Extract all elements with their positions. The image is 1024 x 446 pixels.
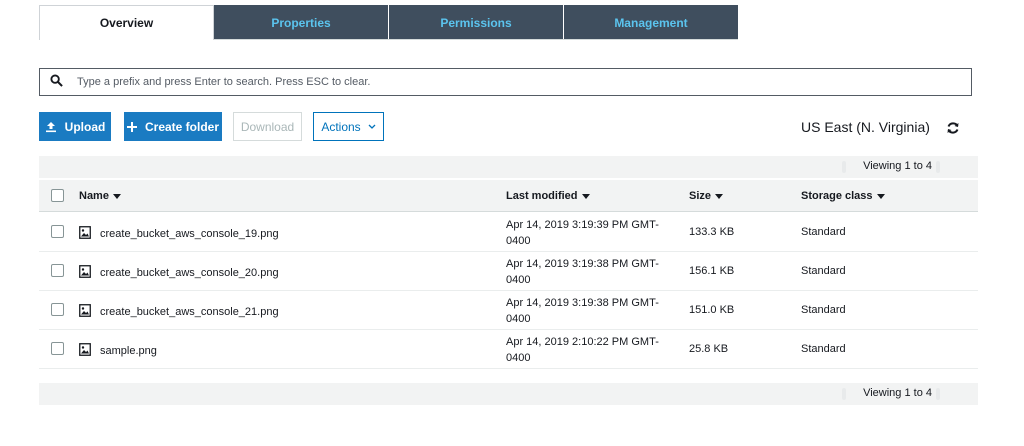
file-name: create_bucket_aws_console_19.png <box>100 228 279 240</box>
tab-properties[interactable]: Properties <box>214 5 389 40</box>
last-modified: Apr 14, 2019 3:19:38 PM GMT- 0400 <box>506 256 676 288</box>
file-size: 25.8 KB <box>689 343 729 355</box>
storage-class: Standard <box>801 265 846 277</box>
table-header: Name Last modified Size Storage class <box>39 180 978 212</box>
row-checkbox[interactable] <box>51 303 64 316</box>
search-icon <box>50 74 63 90</box>
modified-date: Apr 14, 2019 3:19:38 PM GMT- <box>506 297 659 309</box>
search-box <box>39 68 972 96</box>
file-name-link[interactable]: sample.png <box>79 343 157 359</box>
table-row[interactable]: create_bucket_aws_console_19.png Apr 14,… <box>39 213 978 252</box>
last-modified: Apr 14, 2019 3:19:38 PM GMT- 0400 <box>506 295 676 327</box>
download-button[interactable]: Download <box>233 112 302 141</box>
tab-overview[interactable]: Overview <box>39 5 214 40</box>
storage-class: Standard <box>801 343 846 355</box>
tab-management[interactable]: Management <box>564 5 739 40</box>
image-file-icon <box>79 343 100 359</box>
region-label: US East (N. Virginia) <box>801 119 930 135</box>
modified-tz: 0400 <box>506 235 531 247</box>
plus-icon <box>126 121 137 132</box>
file-name-link[interactable]: create_bucket_aws_console_20.png <box>79 265 279 281</box>
modified-date: Apr 14, 2019 2:10:22 PM GMT- <box>506 336 659 348</box>
storage-class: Standard <box>801 226 846 238</box>
image-file-icon <box>79 265 100 281</box>
row-checkbox[interactable] <box>51 264 64 277</box>
caret-down-icon <box>715 193 724 199</box>
caret-down-icon <box>876 193 885 199</box>
image-file-icon <box>79 304 100 320</box>
tab-permissions[interactable]: Permissions <box>389 5 564 40</box>
caret-down-icon <box>112 193 121 199</box>
pagination-top: Viewing 1 to 4 <box>39 156 978 178</box>
next-page-icon[interactable] <box>936 388 940 400</box>
column-name[interactable]: Name <box>79 190 121 202</box>
column-name-label: Name <box>79 190 109 202</box>
file-size: 151.0 KB <box>689 304 735 316</box>
file-size: 133.3 KB <box>689 226 735 238</box>
modified-tz: 0400 <box>506 274 531 286</box>
create-folder-button[interactable]: Create folder <box>124 112 222 141</box>
tab-divider <box>214 39 738 40</box>
actions-label: Actions <box>321 119 361 134</box>
column-size[interactable]: Size <box>689 190 724 202</box>
search-input[interactable] <box>77 76 957 88</box>
column-size-label: Size <box>689 190 712 202</box>
upload-icon <box>45 121 57 133</box>
file-name: create_bucket_aws_console_21.png <box>100 306 279 318</box>
modified-tz: 0400 <box>506 313 531 325</box>
file-name-link[interactable]: create_bucket_aws_console_21.png <box>79 304 279 320</box>
prev-page-icon[interactable] <box>842 161 846 173</box>
column-storage-class[interactable]: Storage class <box>801 190 885 202</box>
table-row[interactable]: create_bucket_aws_console_21.png Apr 14,… <box>39 291 978 330</box>
modified-date: Apr 14, 2019 3:19:38 PM GMT- <box>506 258 659 270</box>
viewing-count: Viewing 1 to 4 <box>863 387 932 399</box>
file-name-link[interactable]: create_bucket_aws_console_19.png <box>79 226 279 242</box>
column-storage-class-label: Storage class <box>801 190 873 202</box>
image-file-icon <box>79 226 100 242</box>
actions-dropdown[interactable]: Actions <box>313 112 384 141</box>
file-size: 156.1 KB <box>689 265 735 277</box>
refresh-icon[interactable] <box>946 121 960 135</box>
storage-class: Standard <box>801 304 846 316</box>
table-row[interactable]: sample.png Apr 14, 2019 2:10:22 PM GMT- 0… <box>39 330 978 369</box>
viewing-count: Viewing 1 to 4 <box>863 160 932 172</box>
table-row[interactable]: create_bucket_aws_console_20.png Apr 14,… <box>39 252 978 291</box>
file-name: create_bucket_aws_console_20.png <box>100 267 279 279</box>
modified-tz: 0400 <box>506 352 531 364</box>
last-modified: Apr 14, 2019 3:19:39 PM GMT- 0400 <box>506 217 676 249</box>
chevron-down-icon <box>368 124 376 130</box>
caret-down-icon <box>581 193 590 199</box>
file-name: sample.png <box>100 345 157 357</box>
row-checkbox[interactable] <box>51 225 64 238</box>
pagination-bottom: Viewing 1 to 4 <box>39 383 978 405</box>
row-checkbox[interactable] <box>51 342 64 355</box>
upload-button[interactable]: Upload <box>39 112 111 141</box>
modified-date: Apr 14, 2019 3:19:39 PM GMT- <box>506 219 659 231</box>
column-last-modified-label: Last modified <box>506 190 578 202</box>
download-label: Download <box>240 119 295 134</box>
select-all-checkbox[interactable] <box>51 189 64 202</box>
create-folder-label: Create folder <box>144 119 220 134</box>
upload-label: Upload <box>64 119 106 134</box>
prev-page-icon[interactable] <box>842 388 846 400</box>
next-page-icon[interactable] <box>936 161 940 173</box>
tab-bar: Overview Properties Permissions Manageme… <box>39 5 739 40</box>
column-last-modified[interactable]: Last modified <box>506 190 590 202</box>
last-modified: Apr 14, 2019 2:10:22 PM GMT- 0400 <box>506 334 676 366</box>
